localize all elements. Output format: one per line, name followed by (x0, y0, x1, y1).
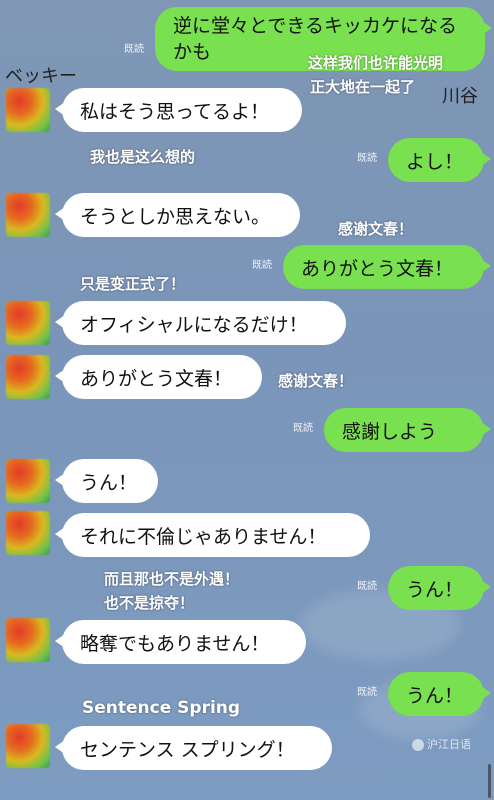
incoming-message[interactable]: それに不倫じゃありません！ (55, 513, 370, 557)
avatar[interactable] (6, 88, 50, 132)
outgoing-message[interactable]: よし！ (388, 138, 491, 182)
read-receipt: 既読 (293, 423, 313, 434)
outgoing-message[interactable]: うん！ (388, 672, 491, 716)
subtitle: 正大地在一起了 (310, 78, 416, 96)
avatar[interactable] (6, 724, 50, 768)
read-receipt: 既読 (357, 153, 377, 164)
speaker-label-left: ベッキー (5, 66, 77, 87)
logo-icon (412, 739, 424, 751)
subtitle: 也不是掠夺！ (104, 594, 195, 612)
avatar[interactable] (6, 301, 50, 345)
read-receipt: 既読 (252, 260, 272, 271)
subtitle: 而且那也不是外遇！ (104, 570, 240, 588)
read-receipt: 既読 (357, 687, 377, 698)
avatar[interactable] (6, 511, 50, 555)
incoming-message[interactable]: ありがとう文春！ (55, 355, 262, 399)
subtitle: 我也是这么想的 (90, 148, 196, 166)
outgoing-message[interactable]: うん！ (388, 566, 491, 610)
watermark: 沪江日语 (412, 736, 471, 752)
incoming-message[interactable]: うん！ (55, 459, 158, 503)
incoming-message[interactable]: センテンス スプリング！ (55, 726, 332, 770)
read-receipt: 既読 (124, 44, 144, 55)
outgoing-message[interactable]: ありがとう文春！ (283, 245, 491, 289)
subtitle: 感谢文春！ (278, 372, 354, 390)
avatar[interactable] (6, 193, 50, 237)
incoming-message[interactable]: オフィシャルになるだけ！ (55, 301, 346, 345)
incoming-message[interactable]: そうとしか思えない。 (55, 193, 300, 237)
subtitle: 感谢文春！ (338, 220, 414, 238)
subtitle: 只是变正式了！ (80, 275, 186, 293)
speaker-label-right: 川谷 (442, 86, 478, 107)
read-receipt: 既読 (357, 581, 377, 592)
avatar[interactable] (6, 355, 50, 399)
subtitle: Sentence Spring (82, 698, 241, 718)
incoming-message[interactable]: 略奪でもありません！ (55, 620, 306, 664)
outgoing-message[interactable]: 感謝しよう (324, 408, 491, 452)
incoming-message[interactable]: 私はそう思ってるよ！ (55, 88, 302, 132)
avatar[interactable] (6, 459, 50, 503)
subtitle: 这样我们也许能光明 (308, 54, 444, 72)
chat-screen: 既読 逆に堂々とできるキッカケになるかも 这样我们也许能光明 ベッキー 正大地在… (0, 0, 494, 800)
scrollbar[interactable] (488, 764, 491, 798)
watermark-text: 沪江日语 (427, 738, 471, 751)
avatar[interactable] (6, 618, 50, 662)
